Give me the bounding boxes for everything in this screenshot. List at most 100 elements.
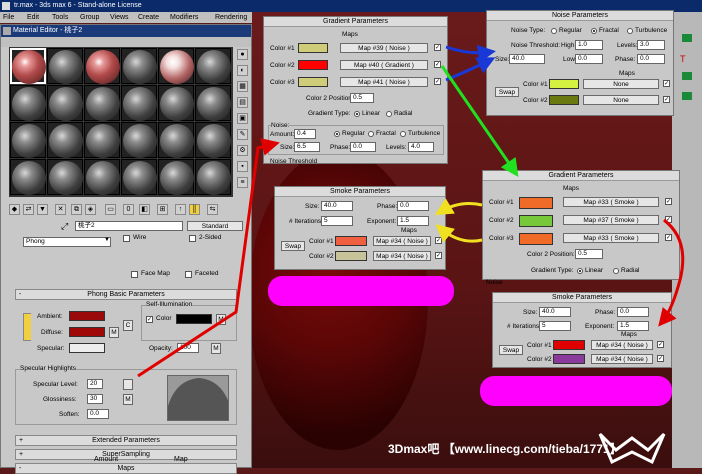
sample-uv-icon[interactable]: ▤: [237, 97, 248, 108]
color1-map-button[interactable]: Map #34 ( Noise ): [373, 236, 431, 246]
phase-field[interactable]: 0.0: [397, 201, 429, 211]
material-type-button[interactable]: Standard: [187, 221, 243, 231]
color2-swatch[interactable]: [549, 95, 579, 105]
show-end-result-icon[interactable]: ⊞: [157, 204, 168, 215]
put-to-library-icon[interactable]: ▭: [105, 204, 116, 215]
sample-slot-7[interactable]: [10, 85, 46, 121]
sample-slot-17[interactable]: [158, 122, 194, 158]
color3-swatch[interactable]: [519, 233, 553, 245]
menu-file[interactable]: File: [3, 12, 14, 23]
sample-slot-19[interactable]: [10, 159, 46, 195]
sample-slot-9[interactable]: [84, 85, 120, 121]
sample-slot-20[interactable]: [47, 159, 83, 195]
color1-map-checkbox[interactable]: ✓: [665, 198, 672, 205]
phase-field[interactable]: 0.0: [350, 142, 376, 152]
phase-field[interactable]: 0.0: [637, 54, 665, 64]
color1-map-checkbox[interactable]: ✓: [663, 80, 670, 87]
faceted-checkbox[interactable]: [185, 271, 192, 278]
color2-swatch[interactable]: [553, 354, 585, 364]
extended-parameters-rollout[interactable]: + Extended Parameters: [15, 435, 237, 446]
sample-slot-21[interactable]: [84, 159, 120, 195]
linear-radio[interactable]: [577, 268, 583, 274]
background-icon[interactable]: ▦: [237, 81, 248, 92]
color2-map-checkbox[interactable]: ✓: [434, 61, 441, 68]
put-to-scene-icon[interactable]: ⇄: [23, 204, 34, 215]
specular-level-field[interactable]: 20: [87, 379, 103, 389]
color1-swatch[interactable]: [298, 43, 328, 53]
sample-slot-6[interactable]: [195, 48, 231, 84]
pick-material-icon[interactable]: ⇆: [207, 204, 218, 215]
color2-map-checkbox[interactable]: ✓: [665, 216, 672, 223]
color2-swatch[interactable]: [298, 60, 328, 70]
menu-views[interactable]: Views: [110, 12, 129, 23]
fractal-radio[interactable]: [368, 131, 374, 137]
menu-create[interactable]: Create: [138, 12, 159, 23]
color2-map-button[interactable]: Map #34 ( Noise ): [373, 251, 431, 261]
turbulence-radio[interactable]: [400, 131, 406, 137]
opacity-map-button[interactable]: M: [211, 343, 221, 354]
options-icon[interactable]: ⚙: [237, 145, 248, 156]
opacity-field[interactable]: 100: [177, 343, 199, 353]
size-field[interactable]: 40.0: [509, 54, 545, 64]
color1-map-checkbox[interactable]: ✓: [435, 237, 442, 244]
material-name-field[interactable]: 桃子2: [75, 221, 183, 231]
diffuse-map-button[interactable]: M: [109, 327, 119, 338]
specular-level-map-button[interactable]: [123, 379, 133, 390]
two-sided-checkbox[interactable]: [189, 235, 196, 242]
color2-map-button[interactable]: None: [583, 95, 659, 105]
amount-field[interactable]: 0.4: [294, 129, 316, 139]
sample-slot-18[interactable]: [195, 122, 231, 158]
menu-group[interactable]: Group: [80, 12, 99, 23]
exponent-field[interactable]: 1.5: [397, 216, 429, 226]
supersampling-rollout[interactable]: + SuperSampling: [15, 449, 237, 460]
color2-swatch[interactable]: [335, 251, 367, 261]
menu-rendering[interactable]: Rendering: [215, 12, 247, 23]
color3-map-checkbox[interactable]: ✓: [434, 78, 441, 85]
command-green-icon-3[interactable]: [682, 92, 692, 100]
color2-map-checkbox[interactable]: ✓: [435, 252, 442, 259]
color3-map-button[interactable]: Map #33 ( Smoke ): [563, 233, 659, 243]
glossiness-field[interactable]: 30: [87, 394, 103, 404]
color3-map-button[interactable]: Map #41 ( Noise ): [340, 77, 428, 87]
face-map-checkbox[interactable]: [131, 271, 138, 278]
color3-map-checkbox[interactable]: ✓: [665, 234, 672, 241]
color2-swatch[interactable]: [519, 215, 553, 227]
lock-c-button[interactable]: C: [123, 320, 133, 331]
turbulence-radio[interactable]: [627, 28, 633, 34]
pick-from-object-icon[interactable]: ⤢: [61, 221, 68, 232]
color2-position-field[interactable]: 0.5: [575, 249, 603, 259]
swap-button[interactable]: Swap: [281, 241, 305, 251]
command-red-icon[interactable]: T: [680, 54, 690, 64]
levels-field[interactable]: 3.0: [637, 40, 665, 50]
sample-slot-3[interactable]: [84, 48, 120, 84]
self-illum-color-checkbox[interactable]: ✓: [146, 316, 153, 323]
fractal-radio[interactable]: [591, 28, 597, 34]
phong-basic-rollout[interactable]: - Phong Basic Parameters: [15, 289, 237, 300]
glossiness-map-button[interactable]: M: [123, 394, 133, 405]
sample-slot-2[interactable]: [47, 48, 83, 84]
maps-rollout[interactable]: - Maps: [15, 463, 237, 474]
color1-map-button[interactable]: Map #39 ( Noise ): [340, 43, 428, 53]
radial-radio[interactable]: [386, 111, 392, 117]
color1-swatch[interactable]: [335, 236, 367, 246]
exponent-field[interactable]: 1.5: [617, 321, 649, 331]
color2-map-button[interactable]: Map #37 ( Smoke ): [563, 215, 659, 225]
low-field[interactable]: 0.0: [575, 54, 603, 64]
sample-slot-15[interactable]: [84, 122, 120, 158]
swap-button[interactable]: Swap: [499, 345, 523, 355]
sample-slot-11[interactable]: [158, 85, 194, 121]
phase-field[interactable]: 0.0: [617, 307, 649, 317]
self-illum-swatch[interactable]: [176, 314, 212, 324]
color2-map-button[interactable]: Map #34 ( Noise ): [591, 354, 653, 364]
color1-map-button[interactable]: None: [583, 79, 659, 89]
color2-map-checkbox[interactable]: ✓: [657, 355, 664, 362]
regular-radio[interactable]: [551, 28, 557, 34]
size-field[interactable]: 6.5: [294, 142, 320, 152]
iterations-field[interactable]: 5: [539, 321, 571, 331]
color1-swatch[interactable]: [553, 340, 585, 350]
assign-material-icon[interactable]: ▼: [37, 204, 48, 215]
sample-slot-16[interactable]: [121, 122, 157, 158]
reset-map-icon[interactable]: ✕: [55, 204, 66, 215]
sample-slot-5[interactable]: [158, 48, 194, 84]
sample-slot-24[interactable]: [195, 159, 231, 195]
